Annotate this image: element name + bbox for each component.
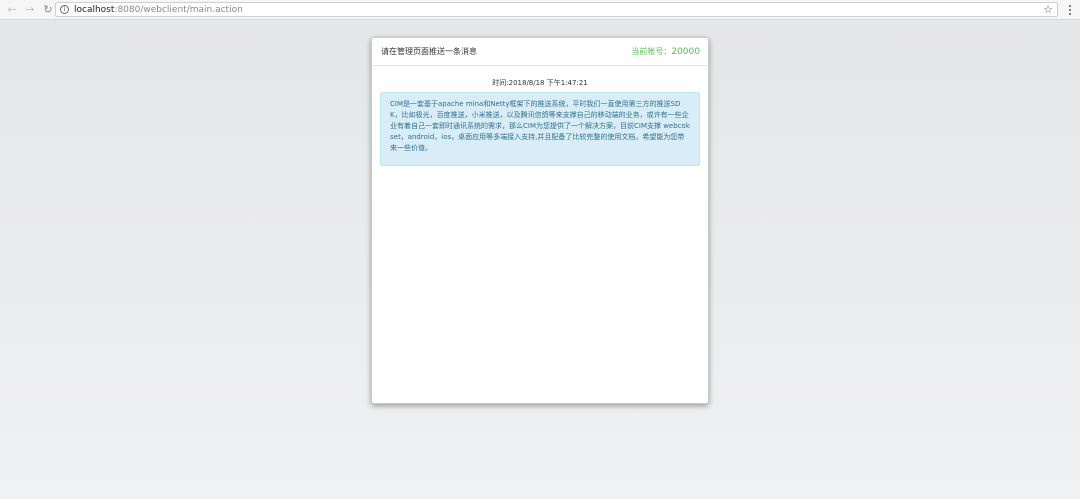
browser-toolbar: ← → ↻ i localhost:8080/webclient/main.ac… (0, 0, 1080, 20)
url-host: localhost (74, 4, 115, 15)
bookmark-star-icon[interactable]: ☆ (1043, 4, 1053, 16)
back-icon[interactable]: ← (3, 1, 21, 19)
message-list: 时间:2018/8/18 下午1:47:21 CIM是一套基于apache mi… (372, 66, 708, 166)
message-time: 时间:2018/8/18 下午1:47:21 (492, 79, 588, 87)
browser-menu-icon[interactable] (1064, 3, 1076, 17)
dialog-header: 请在管理页面推送一条消息 当前帐号：20000 (372, 38, 708, 66)
url-path: :8080/webclient/main.action (114, 4, 243, 15)
forward-icon[interactable]: → (21, 1, 39, 19)
message-bubble: CIM是一套基于apache mina和Netty框架下的推送系统，平时我们一直… (380, 92, 700, 166)
current-account: 当前帐号：20000 (631, 46, 700, 57)
dialog-title: 请在管理页面推送一条消息 (381, 47, 477, 56)
message-dialog: 请在管理页面推送一条消息 当前帐号：20000 时间:2018/8/18 下午1… (371, 37, 709, 404)
info-icon[interactable]: i (60, 5, 69, 14)
account-number: 20000 (671, 47, 700, 57)
address-bar[interactable]: i localhost:8080/webclient/main.action ☆ (55, 2, 1058, 17)
account-label: 当前帐号： (631, 47, 672, 56)
